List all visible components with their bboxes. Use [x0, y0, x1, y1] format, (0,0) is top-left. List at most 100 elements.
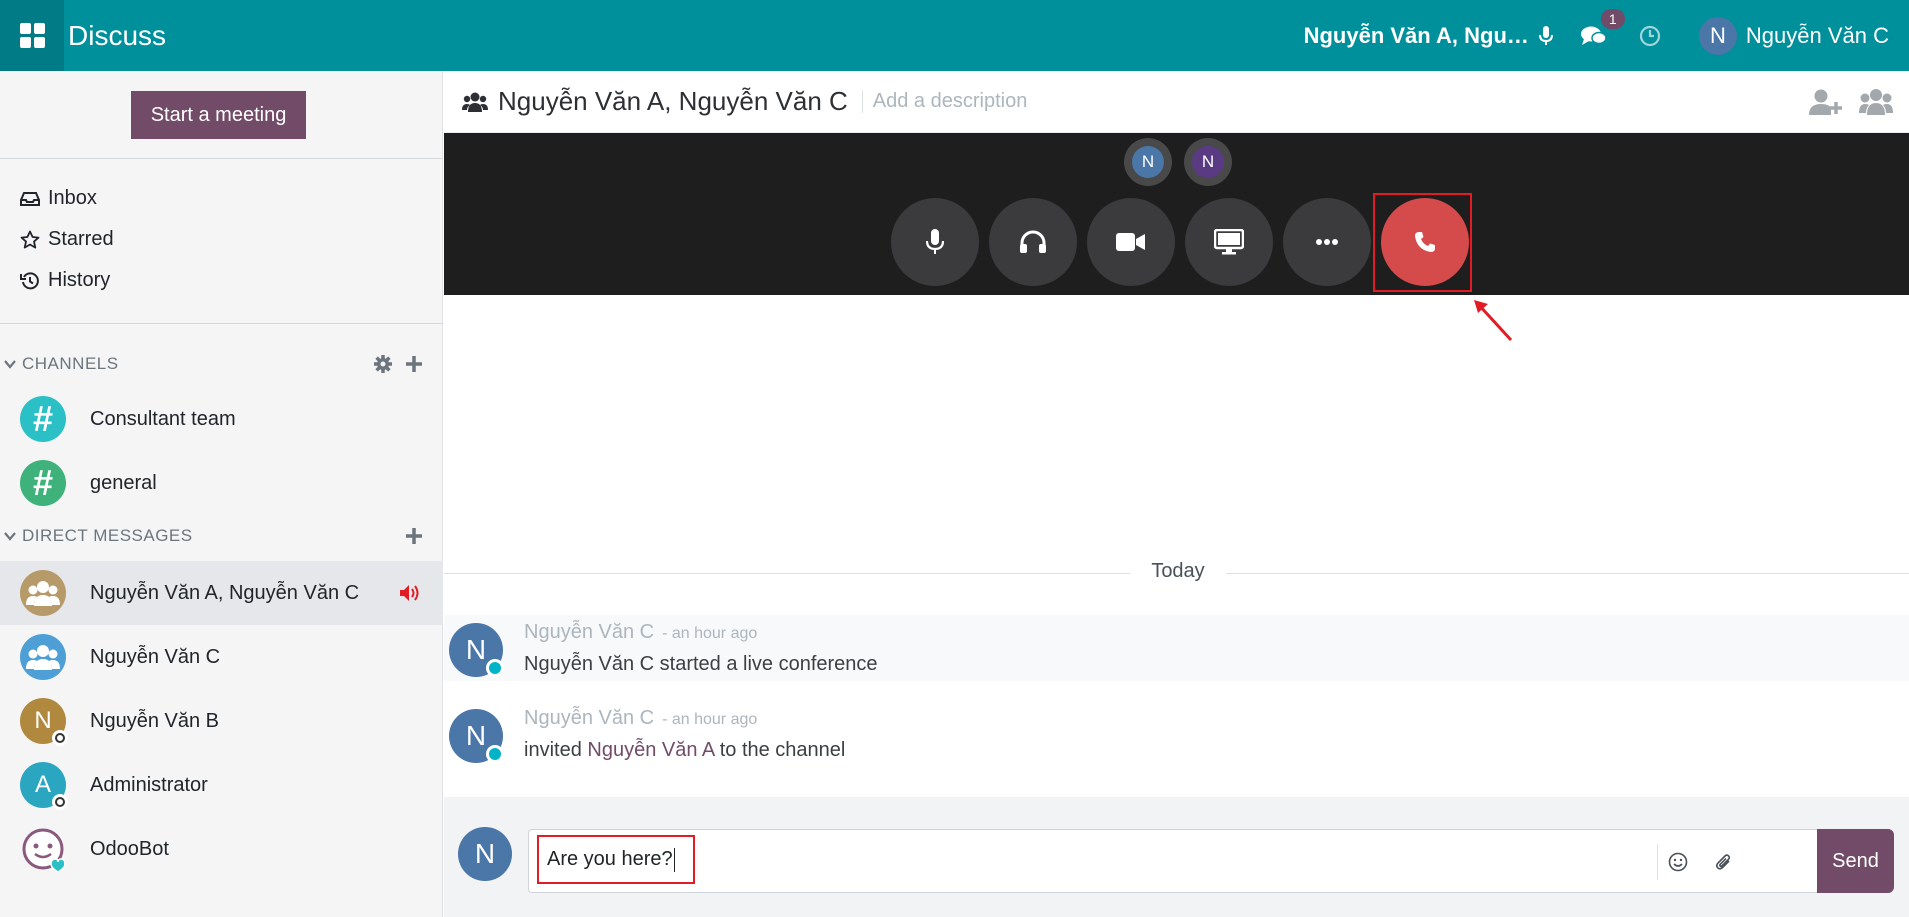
- sidebar-item-history[interactable]: History: [20, 269, 110, 292]
- participant-initial: N: [1132, 146, 1164, 178]
- message-author-avatar[interactable]: N: [449, 623, 504, 677]
- direct-messages-section-header[interactable]: DIRECT MESSAGES: [0, 526, 443, 546]
- mention-link[interactable]: Nguyễn Văn A: [587, 739, 714, 761]
- dm-item-nguyen-van-b[interactable]: N Nguyễn Văn B: [0, 689, 443, 753]
- hash-icon: #: [20, 396, 66, 442]
- text-cursor: [673, 847, 675, 872]
- sidebar-item-starred[interactable]: Starred: [20, 228, 114, 251]
- app-title[interactable]: Discuss: [68, 20, 166, 52]
- author-name: Nguyễn Văn C: [524, 621, 655, 643]
- sidebar-divider: [0, 323, 443, 324]
- dm-item-odoobot[interactable]: OdooBot: [0, 817, 443, 881]
- message[interactable]: N Nguyễn Văn C - an hour ago invited Nguy…: [444, 701, 1909, 767]
- sidebar-divider: [0, 158, 443, 159]
- message-text: to the channel: [714, 739, 846, 761]
- sidebar-item-label: History: [48, 269, 111, 291]
- headphones-icon: [1020, 230, 1046, 253]
- annotation-arrow-icon: [1474, 300, 1513, 342]
- thread-header: Nguyễn Văn A, Nguyễn Văn C Add a descrip…: [444, 71, 1909, 133]
- members-icon[interactable]: [1859, 88, 1893, 116]
- messaging-menu-button[interactable]: 1: [1580, 8, 1625, 47]
- more-options-button[interactable]: [1283, 198, 1371, 286]
- participant-card[interactable]: N: [1124, 138, 1172, 186]
- apps-menu-button[interactable]: [0, 0, 64, 71]
- composer-tools: [1657, 844, 1744, 880]
- user-name: Nguyễn Văn C: [1745, 22, 1889, 48]
- gear-icon[interactable]: [373, 354, 393, 374]
- chat-bubbles-icon: [1580, 26, 1607, 45]
- channel-label: Consultant team: [90, 407, 236, 430]
- clock-icon: [1639, 25, 1661, 46]
- date-separator-label: Today: [1130, 560, 1226, 583]
- offline-status-icon: [52, 794, 68, 810]
- composer-avatar: N: [458, 827, 512, 881]
- composer: N Are you here? Send: [444, 797, 1909, 917]
- star-icon: [20, 230, 40, 248]
- chevron-down-icon: [4, 532, 16, 541]
- video-camera-icon: [1116, 233, 1145, 251]
- message-author-avatar[interactable]: N: [449, 709, 504, 763]
- message-author[interactable]: Nguyễn Văn C - an hour ago: [524, 621, 757, 644]
- message-author[interactable]: Nguyễn Văn C - an hour ago: [524, 707, 757, 730]
- top-navbar: Discuss Nguyễn Văn A, Ngu… 1 N Nguyễn Vă…: [0, 0, 1909, 71]
- avatar-initial: N: [465, 634, 487, 665]
- add-channel-icon[interactable]: [405, 355, 423, 373]
- sidebar: Start a meeting Inbox Starred History CH…: [0, 71, 443, 917]
- add-chat-icon[interactable]: [405, 527, 423, 545]
- active-call-indicator[interactable]: Nguyễn Văn A, Ngu…: [1304, 23, 1553, 49]
- direct-messages-title: DIRECT MESSAGES: [22, 526, 193, 545]
- dm-item-administrator[interactable]: A Administrator: [0, 753, 443, 817]
- message-text: invited: [524, 739, 588, 761]
- group-avatar-icon: [20, 634, 66, 680]
- dm-label: Nguyễn Văn B: [90, 709, 219, 732]
- camera-button[interactable]: [1087, 198, 1175, 286]
- user-avatar: N: [1698, 16, 1737, 55]
- participant-initial: N: [1192, 146, 1224, 178]
- emoji-icon[interactable]: [1668, 852, 1688, 872]
- highlight-box: [1373, 193, 1472, 292]
- avatar: A: [20, 762, 68, 810]
- offline-status-icon: [52, 730, 68, 746]
- channel-item-consultant-team[interactable]: # Consultant team: [0, 387, 443, 451]
- dm-label: Nguyễn Văn A, Nguyễn Văn C: [90, 581, 360, 604]
- user-menu[interactable]: N Nguyễn Văn C: [1698, 16, 1889, 55]
- sidebar-item-label: Starred: [48, 228, 114, 250]
- mute-button[interactable]: [891, 198, 979, 286]
- dm-item-nguyen-van-c[interactable]: Nguyễn Văn C: [0, 625, 443, 689]
- inbox-icon: [20, 191, 40, 206]
- message[interactable]: N Nguyễn Văn C - an hour ago Nguyễn Văn C…: [444, 615, 1909, 681]
- participant-card[interactable]: N: [1184, 138, 1232, 186]
- sidebar-item-label: Inbox: [48, 187, 97, 209]
- message-time: - an hour ago: [662, 711, 758, 728]
- channels-section-header[interactable]: CHANNELS: [0, 354, 443, 374]
- channel-label: general: [90, 471, 157, 494]
- sidebar-item-inbox[interactable]: Inbox: [20, 187, 97, 210]
- add-user-icon[interactable]: [1809, 88, 1843, 116]
- hash-icon: #: [20, 460, 66, 506]
- send-button[interactable]: Send: [1817, 829, 1894, 893]
- message-time: - an hour ago: [662, 625, 758, 642]
- deafen-button[interactable]: [989, 198, 1077, 286]
- apps-grid-icon: [19, 23, 45, 48]
- monitor-icon: [1214, 229, 1244, 255]
- activity-menu-button[interactable]: [1639, 25, 1661, 47]
- users-icon: [462, 92, 488, 112]
- chevron-down-icon: [4, 360, 16, 369]
- avatar-initial: N: [34, 707, 52, 734]
- message-input-text[interactable]: Are you here?: [537, 835, 695, 884]
- channel-item-general[interactable]: # general: [0, 451, 443, 515]
- ellipsis-icon: [1316, 239, 1338, 245]
- paperclip-icon[interactable]: [1714, 852, 1734, 872]
- thread-description-input[interactable]: Add a description: [861, 90, 1027, 113]
- start-meeting-button[interactable]: Start a meeting: [131, 91, 306, 139]
- active-call-name: Nguyễn Văn A, Ngu…: [1303, 22, 1529, 48]
- microphone-icon: [1538, 25, 1553, 45]
- dm-label: OdooBot: [90, 837, 169, 860]
- dm-item-group[interactable]: Nguyễn Văn A, Nguyễn Văn C: [0, 561, 443, 625]
- message-input[interactable]: Are you here?: [528, 829, 1825, 893]
- microphone-icon: [926, 229, 944, 254]
- thread-title[interactable]: Nguyễn Văn A, Nguyễn Văn C: [498, 86, 848, 117]
- share-screen-button[interactable]: [1185, 198, 1273, 286]
- online-status-icon: [486, 745, 504, 763]
- avatar-initial: A: [34, 771, 51, 798]
